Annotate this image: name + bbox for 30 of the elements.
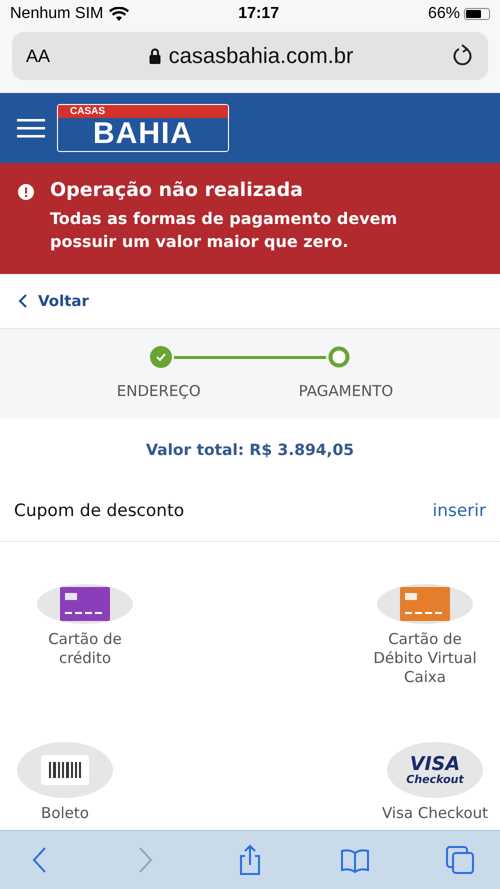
wifi-icon [109, 6, 130, 22]
barcode-icon [41, 755, 89, 785]
battery-percent: 66% [428, 5, 460, 23]
step-label: PAGAMENTO [298, 382, 394, 400]
text-size-button[interactable]: AA [26, 46, 50, 66]
back-link[interactable]: Voltar [18, 292, 89, 310]
address-bar[interactable]: AA casasbahia.com.br [12, 32, 488, 80]
error-message: Todas as formas de pagamento devem possuir um valor maior que zero. [50, 208, 398, 253]
url-text: casasbahia.com.br [168, 43, 354, 69]
clock-time: 17:17 [237, 5, 280, 23]
reload-icon[interactable] [452, 44, 474, 68]
coupon-label: Cupom de desconto [14, 501, 184, 521]
payment-option-label[interactable]: Cartão de Débito Virtual Caixa [365, 630, 485, 687]
carrier-label: Nenhum SIM [10, 5, 104, 23]
payment-option-label[interactable]: Boleto [5, 804, 125, 823]
menu-icon[interactable] [17, 118, 45, 138]
payment-option-label[interactable]: Visa Checkout [370, 804, 500, 823]
payment-option-label[interactable]: Cartão de crédito [25, 630, 145, 668]
tabs-icon[interactable] [444, 844, 476, 876]
visa-checkout-logo: VISA Checkout [406, 755, 464, 785]
total-amount: Valor total: R$ 3.894,05 [144, 440, 356, 461]
error-title: Operação não realizada [50, 179, 304, 201]
step-label: ENDEREÇO [116, 382, 201, 400]
insert-coupon-link[interactable]: inserir [432, 501, 486, 521]
lock-icon [148, 48, 161, 64]
chevron-left-icon [18, 294, 28, 308]
battery-icon [464, 8, 490, 20]
alert-icon [18, 184, 34, 200]
payment-option-icon[interactable]: VISA Checkout [387, 742, 483, 798]
store-logo[interactable]: CASAS BAHIA [57, 104, 229, 152]
